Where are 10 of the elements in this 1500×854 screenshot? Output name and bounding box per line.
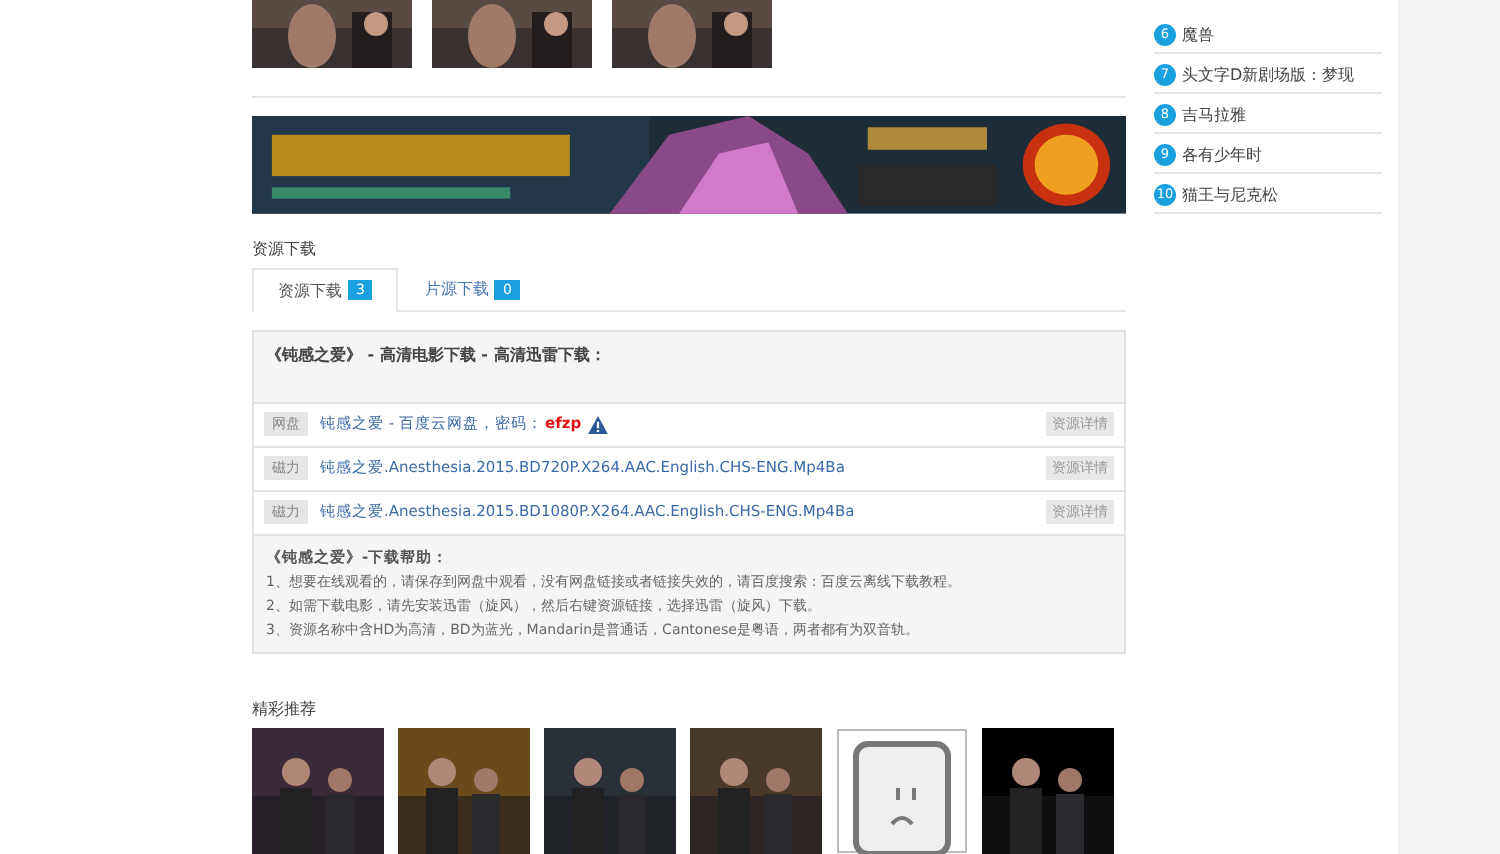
ranking-link[interactable]: 魔兽 bbox=[1182, 23, 1214, 45]
warning-icon bbox=[587, 415, 608, 434]
ranking-link[interactable]: 各有少年时 bbox=[1182, 143, 1262, 165]
panel-title: 《钝感之爱》 - 高清电影下载 - 高清迅雷下载： bbox=[264, 343, 608, 368]
placeholder-drawing[interactable] bbox=[836, 728, 968, 854]
ranking-link[interactable]: 猫王与尼克松 bbox=[1182, 183, 1278, 205]
section-heading: 精彩推荐 bbox=[252, 697, 318, 720]
ranking-link[interactable]: 吉马拉雅 bbox=[1182, 103, 1246, 125]
section-heading: 资源下载 bbox=[252, 237, 318, 261]
ranking-link[interactable]: 头文字D新剧场版：梦现 bbox=[1182, 63, 1355, 85]
